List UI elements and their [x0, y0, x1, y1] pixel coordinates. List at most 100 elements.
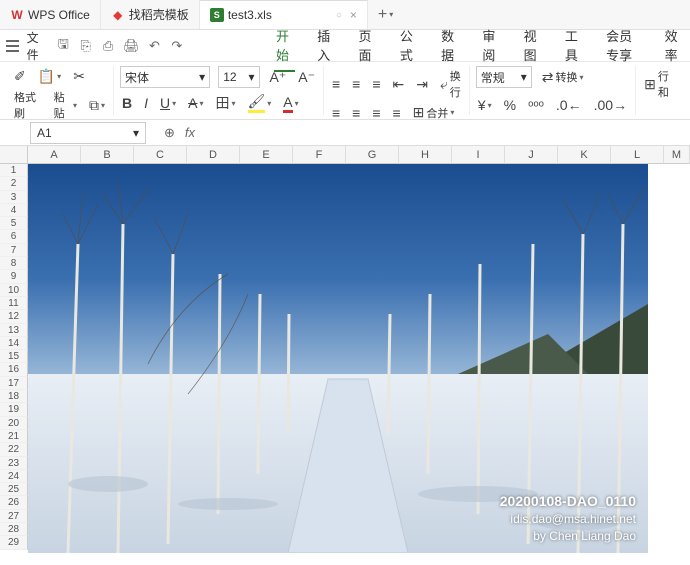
align-right-button[interactable]: ≡ [370, 103, 382, 123]
font-size-select[interactable]: 12▾ [218, 66, 259, 88]
row-header[interactable]: 20 [0, 417, 28, 430]
row-header[interactable]: 28 [0, 523, 28, 536]
col-header[interactable]: B [81, 146, 134, 164]
row-header[interactable]: 25 [0, 483, 28, 496]
select-all-corner[interactable] [0, 146, 28, 164]
tab-view[interactable]: 视图 [522, 20, 543, 72]
row-header[interactable]: 19 [0, 403, 28, 416]
italic-button[interactable]: I [142, 93, 150, 113]
row-header[interactable]: 15 [0, 350, 28, 363]
paste-button[interactable]: 粘贴▾ [52, 87, 79, 123]
col-header[interactable]: H [399, 146, 452, 164]
merge-button[interactable]: ⊞合并▾ [411, 102, 457, 123]
row-header[interactable]: 3 [0, 191, 28, 204]
indent-dec-button[interactable]: ⇤ [390, 74, 406, 95]
tab-insert[interactable]: 插入 [315, 20, 336, 72]
row-header[interactable]: 24 [0, 470, 28, 483]
row-header[interactable]: 10 [0, 284, 28, 297]
hamburger-icon[interactable] [6, 40, 19, 52]
row-header[interactable]: 11 [0, 297, 28, 310]
row-header[interactable]: 7 [0, 244, 28, 257]
row-header[interactable]: 9 [0, 270, 28, 283]
border-button[interactable]: 田▾ [213, 91, 237, 115]
tab-tools[interactable]: 工具 [563, 20, 584, 72]
row-header[interactable]: 14 [0, 337, 28, 350]
print-preview-icon[interactable]: 🖨 [123, 38, 139, 54]
percent-button[interactable]: % [502, 95, 518, 115]
tab-start[interactable]: 开始 [274, 20, 295, 72]
row-header[interactable]: 23 [0, 457, 28, 470]
number-format-select[interactable]: 常规▾ [476, 66, 532, 88]
decrease-font-button[interactable]: A⁻ [296, 67, 317, 88]
align-middle-button[interactable]: ≡ [350, 74, 362, 94]
tab-page[interactable]: 页面 [357, 20, 378, 72]
scissors-button[interactable]: ✂ [71, 66, 87, 87]
row-header[interactable]: 27 [0, 510, 28, 523]
row-header[interactable]: 26 [0, 496, 28, 509]
row-col-button[interactable]: ⊞行和 [642, 66, 678, 102]
convert-button[interactable]: ⇄转换▾ [540, 67, 586, 88]
row-header[interactable]: 29 [0, 536, 28, 549]
row-header[interactable]: 4 [0, 204, 28, 217]
tab-efficiency[interactable]: 效率 [663, 20, 684, 72]
copy-dropdown[interactable]: ⧉▾ [87, 95, 107, 116]
redo-icon[interactable]: ↷ [170, 38, 184, 54]
increase-font-button[interactable]: A⁺ [268, 67, 289, 88]
col-header[interactable]: D [187, 146, 240, 164]
format-painter-button[interactable]: 格式刷 [12, 87, 44, 123]
row-header[interactable]: 12 [0, 310, 28, 323]
col-header[interactable]: E [240, 146, 293, 164]
row-header[interactable]: 22 [0, 443, 28, 456]
row-header[interactable]: 2 [0, 177, 28, 190]
decimal-dec-button[interactable]: .0← [554, 95, 584, 115]
embedded-image[interactable]: 20200108-DAO_0110 idis.dao@msa.hinet.net… [28, 164, 648, 553]
row-header[interactable]: 18 [0, 390, 28, 403]
currency-button[interactable]: ¥▾ [476, 95, 494, 115]
row-header[interactable]: 1 [0, 164, 28, 177]
template-tab[interactable]: ◆ 找稻壳模板 [101, 0, 200, 29]
save-icon[interactable]: 🖫 [56, 38, 70, 54]
col-header[interactable]: A [28, 146, 81, 164]
align-top-button[interactable]: ≡ [330, 74, 342, 94]
formula-input[interactable] [203, 122, 690, 144]
align-left-button[interactable]: ≡ [330, 103, 342, 123]
cut-button[interactable]: ✐ [12, 66, 28, 87]
thousands-button[interactable]: ᵒᵒᵒ [526, 95, 546, 115]
name-box[interactable]: A1 ▾ [30, 122, 146, 144]
row-header[interactable]: 17 [0, 377, 28, 390]
row-header[interactable]: 6 [0, 230, 28, 243]
print-icon[interactable]: ⎙ [101, 38, 115, 54]
col-header[interactable]: C [134, 146, 187, 164]
bold-button[interactable]: B [120, 93, 134, 113]
fx-icon[interactable]: fx [185, 125, 195, 141]
col-header[interactable]: M [664, 146, 690, 164]
font-color-button[interactable]: A▾ [281, 92, 300, 115]
row-header[interactable]: 16 [0, 363, 28, 376]
align-bottom-button[interactable]: ≡ [370, 74, 382, 94]
tab-member[interactable]: 会员专享 [604, 20, 643, 72]
strikethrough-button[interactable]: A▾ [186, 93, 205, 113]
col-header[interactable]: G [346, 146, 399, 164]
col-header[interactable]: L [611, 146, 664, 164]
row-header[interactable]: 13 [0, 324, 28, 337]
fill-color-button[interactable]: 🖌▾ [246, 91, 274, 115]
row-header[interactable]: 5 [0, 217, 28, 230]
app-tab[interactable]: W WPS Office [0, 0, 101, 29]
search-icon[interactable]: ⊕ [164, 125, 175, 141]
export-icon[interactable]: ⎘ [79, 38, 93, 54]
align-justify-button[interactable]: ≡ [390, 103, 402, 123]
col-header[interactable]: I [452, 146, 505, 164]
col-header[interactable]: K [558, 146, 611, 164]
copy-button[interactable]: 📋▾ [36, 66, 63, 87]
tab-review[interactable]: 审阅 [480, 20, 501, 72]
indent-inc-button[interactable]: ⇥ [414, 74, 430, 95]
row-header[interactable]: 8 [0, 257, 28, 270]
file-menu[interactable]: 文件 [27, 29, 49, 63]
tab-data[interactable]: 数据 [439, 20, 460, 72]
col-header[interactable]: J [505, 146, 558, 164]
col-header[interactable]: F [293, 146, 346, 164]
tab-formula[interactable]: 公式 [398, 20, 419, 72]
align-center-button[interactable]: ≡ [350, 103, 362, 123]
font-name-select[interactable]: 宋体▾ [120, 66, 210, 88]
row-header[interactable]: 21 [0, 430, 28, 443]
